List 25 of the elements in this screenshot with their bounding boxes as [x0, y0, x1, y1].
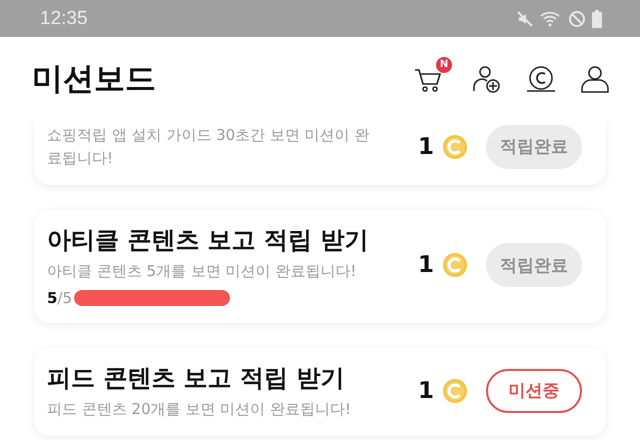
clock-time: 12:35	[40, 8, 88, 30]
mission-status-button[interactable]: 미션중	[486, 368, 582, 413]
reward-amount: 1	[418, 252, 434, 278]
page-title: 미션보드	[32, 60, 156, 98]
user-icon[interactable]	[580, 64, 610, 94]
reward-amount: 1	[418, 378, 434, 404]
mission-description: 아티클 콘텐츠 5개를 보면 미션이 완료됩니다!	[47, 261, 358, 282]
coin-icon	[442, 134, 468, 160]
progress-count: 5/5	[47, 288, 72, 306]
add-user-icon[interactable]	[472, 64, 502, 94]
mute-icon	[516, 10, 534, 28]
new-badge: N	[436, 56, 452, 72]
battery-icon	[592, 10, 602, 28]
coin-icon	[442, 378, 468, 404]
wifi-icon	[540, 10, 562, 28]
coin-icon[interactable]	[526, 64, 556, 94]
reward-amount: 1	[418, 134, 434, 160]
mission-title: 피드 콘텐츠 보고 적립 받기	[47, 362, 346, 394]
mission-status-button[interactable]: 적립완료	[486, 124, 582, 168]
mission-title: 아티클 콘텐츠 보고 적립 받기	[47, 225, 368, 256]
blocked-icon	[568, 10, 586, 28]
coin-icon	[442, 252, 468, 278]
mission-status-button[interactable]: 적립완료	[486, 243, 582, 288]
mission-description: 쇼핑적립 앱 설치 가이드 30초간 보면 미션이 완료됩니다!	[47, 125, 370, 168]
mission-description: 피드 콘텐츠 20개를 보면 미션이 완료됩니다!	[47, 398, 351, 420]
